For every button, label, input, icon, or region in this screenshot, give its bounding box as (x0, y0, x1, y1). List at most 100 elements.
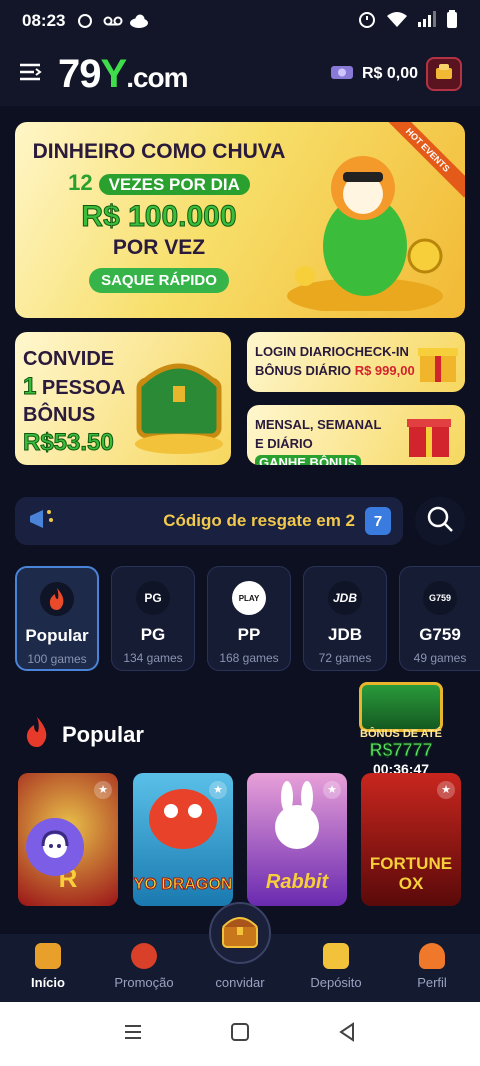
invite-num: 1 (22, 373, 37, 401)
invite-line2: PESSOA (41, 377, 126, 399)
redeem-code-bar[interactable]: Código de resgate em 2 7 (15, 497, 403, 545)
nav-label: Depósito (310, 975, 362, 990)
monthly-button[interactable]: GANHE BÔNUS (255, 455, 361, 465)
nav-label: Perfil (417, 975, 447, 990)
invite-chest-button[interactable] (209, 902, 271, 964)
provider-name: PP (237, 625, 261, 644)
provider-name: G759 (419, 625, 461, 644)
checkin-line2: BÔNUS DIÁRIO (255, 363, 352, 378)
monthly-bonus-banner[interactable]: MENSAL, SEMANAL E DIÁRIO GANHE BÔNUS (247, 405, 465, 465)
nav-promotion[interactable]: Promoção (96, 943, 192, 990)
game-card-yo-dragon[interactable]: ★ YO DRAGON (133, 773, 233, 906)
jdb-icon: JDB (328, 581, 362, 615)
status-bar: 08:23 (0, 0, 480, 42)
vip-gift-icon (399, 411, 459, 465)
provider-name: Popular (25, 626, 89, 645)
invite-line3: BÔNUS (23, 404, 96, 426)
provider-name: JDB (327, 625, 362, 644)
medal-icon (131, 943, 157, 969)
treasure-chest-icon (359, 682, 443, 732)
user-icon (419, 943, 445, 969)
recent-apps-icon[interactable] (123, 1023, 143, 1046)
nav-profile[interactable]: Perfil (384, 943, 480, 990)
nav-deposit[interactable]: Depósito (288, 943, 384, 990)
wallet-icon (323, 943, 349, 969)
monthly-line2: E DIÁRIO (255, 436, 313, 451)
hero-banner[interactable]: DINHEIRO COMO CHUVA 12 VEZES POR DIA R$ 1… (15, 122, 465, 318)
provider-tab-popular[interactable]: Popular 100 games (15, 566, 99, 671)
customer-support-button[interactable] (26, 818, 84, 876)
app-header: 79Y.com R$ 0,00 (0, 42, 480, 106)
cloud-icon (129, 14, 149, 28)
hero-line4: POR VEZ (112, 236, 206, 259)
nav-label: Promoção (114, 975, 174, 990)
pp-icon: PLAY (232, 581, 266, 615)
provider-count: 134 games (123, 651, 183, 665)
hero-amount: R$ 100.000 (81, 200, 237, 234)
notification-icon (77, 14, 95, 28)
flame-icon (24, 716, 50, 754)
game-title: YO DRAGON (133, 876, 233, 894)
hero-withdraw-button[interactable]: SAQUE RÁPIDO (89, 268, 229, 293)
provider-count: 49 games (413, 651, 467, 665)
game-card-fortune-ox[interactable]: ★ FORTUNE OX (361, 773, 461, 906)
monthly-line1: MENSAL, SEMANAL (255, 417, 382, 432)
balance-display[interactable]: R$ 0,00 (330, 63, 418, 86)
search-icon (426, 505, 454, 538)
headset-icon (38, 828, 72, 867)
favorite-star-icon[interactable]: ★ (94, 781, 112, 799)
invite-amount: R$53.50 (22, 429, 114, 457)
provider-tab-jdb[interactable]: JDB JDB 72 games (303, 566, 387, 671)
hero-line1: DINHEIRO COMO CHUVA (32, 140, 286, 163)
system-navigation-bar (0, 1002, 480, 1066)
chest-bonus-promo[interactable]: BÔNUS DE ATÉ R$7777 00:36:47 (346, 682, 456, 777)
hero-count-pill: VEZES POR DIA (98, 174, 250, 195)
wallet-button[interactable] (426, 57, 462, 91)
logo-suffix: .com (126, 61, 188, 93)
daily-checkin-banner[interactable]: LOGIN DIARIOCHECK-IN BÔNUS DIÁRIO R$ 999… (247, 332, 465, 392)
checkin-amount: R$ 999,00 (354, 363, 415, 378)
wifi-icon (386, 11, 408, 32)
battery-icon (446, 9, 458, 33)
search-button[interactable] (415, 497, 465, 545)
provider-count: 100 games (27, 652, 87, 666)
logo-main: 79 (58, 51, 101, 96)
provider-tab-pp[interactable]: PLAY PP 168 games (207, 566, 291, 671)
back-icon[interactable] (337, 1021, 357, 1047)
hero-count: 12 (68, 170, 93, 195)
section-header-popular: Popular (24, 716, 144, 754)
provider-tab-pg[interactable]: PG PG 134 games (111, 566, 195, 671)
menu-icon[interactable] (18, 61, 42, 88)
favorite-star-icon[interactable]: ★ (437, 781, 455, 799)
nav-home[interactable]: Início (0, 943, 96, 990)
chest-promo-amount: R$7777 (369, 740, 433, 761)
signal-icon (418, 10, 436, 32)
provider-name: PG (140, 625, 166, 644)
section-title: Popular (62, 722, 144, 747)
alarm-icon (358, 10, 376, 33)
redeem-badge: 7 (365, 507, 391, 535)
slot-machine-icon (35, 943, 61, 969)
balance-value: R$ 0,00 (361, 65, 418, 82)
voicemail-icon (103, 14, 123, 28)
tiger-mascot-illustration (285, 136, 445, 314)
provider-tab-g759[interactable]: G759 G759 49 games (399, 566, 480, 671)
status-time: 08:23 (22, 11, 66, 30)
nav-label: Início (31, 975, 65, 990)
invite-line1: CONVIDE (23, 348, 115, 370)
g759-icon: G759 (423, 581, 457, 615)
site-logo[interactable]: 79Y.com (58, 51, 189, 97)
pg-icon: PG (136, 581, 170, 615)
treasure-chest-icon (220, 913, 260, 954)
cash-icon (330, 63, 354, 86)
treasure-chest-icon (133, 350, 225, 459)
game-card-fortune-rabbit[interactable]: ★ Rabbit (247, 773, 347, 906)
gift-box-icon (417, 338, 459, 389)
nav-label: convidar (215, 975, 265, 990)
invite-banner[interactable]: CONVIDE 1 PESSOA BÔNUS R$53.50 (15, 332, 231, 465)
redeem-code-text: Código de resgate em 2 (163, 511, 355, 530)
logo-y: Y (100, 51, 128, 96)
home-icon[interactable] (230, 1022, 250, 1047)
game-title: Rabbit (265, 871, 329, 893)
checkin-line1: LOGIN DIARIOCHECK-IN (255, 344, 409, 359)
